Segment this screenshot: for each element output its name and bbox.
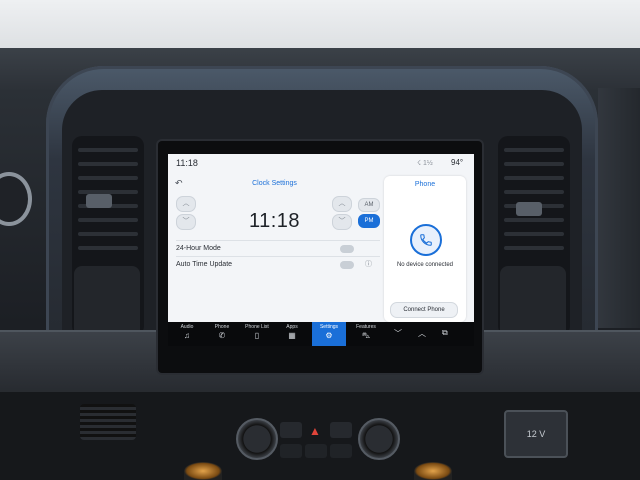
phone-title: Phone: [414, 181, 436, 188]
tab-label: Audio: [180, 324, 194, 330]
tune-knob[interactable]: [358, 418, 400, 460]
setting-label: Auto Time Update: [176, 261, 233, 268]
auto-time-toggle[interactable]: [340, 261, 354, 269]
status-time: 11:18: [176, 158, 198, 168]
power-outlet[interactable]: 12 V: [504, 410, 568, 458]
settings-icon: ⚙: [325, 331, 333, 340]
minute-down-button[interactable]: ﹀: [332, 214, 352, 230]
console-button[interactable]: [330, 422, 352, 438]
phone-icon: ✆: [218, 331, 226, 340]
climate-dial-left[interactable]: [184, 462, 222, 480]
vehicle-icon: ⛍: [361, 331, 371, 340]
setting-row-auto-time[interactable]: Auto Time Update ⓘ: [176, 256, 380, 273]
tab-label: Settings: [319, 324, 339, 330]
tab-label: Apps: [286, 324, 298, 330]
info-icon[interactable]: ⓘ: [365, 257, 372, 273]
console-button[interactable]: [280, 422, 302, 438]
tab-label: Features: [356, 324, 376, 330]
am-button[interactable]: AM: [358, 198, 380, 212]
minimize-icon[interactable]: ﹀: [394, 328, 402, 339]
right-dash-panel: [598, 88, 640, 328]
clock-settings-panel: Clock Settings ︿ ﹀ 11:18 ︿ ﹀ AM PM 24-Ho…: [168, 172, 381, 322]
console-button[interactable]: [330, 444, 352, 458]
status-bar: 11:18 ☇ 1½ 94°: [168, 154, 474, 172]
music-note-icon: ♫: [184, 331, 190, 340]
power-outlet-label: 12 V: [526, 429, 546, 439]
tab-features[interactable]: Features ⛍: [351, 322, 381, 346]
tab-settings[interactable]: Settings ⚙: [312, 322, 346, 346]
outside-temperature: 94°: [451, 158, 464, 167]
climate-dial-right[interactable]: [414, 462, 452, 480]
pm-button[interactable]: PM: [358, 214, 380, 228]
console-button[interactable]: [280, 444, 302, 458]
minute-up-button[interactable]: ︿: [332, 196, 352, 212]
clock-settings-title: Clock Settings: [252, 180, 297, 187]
connect-phone-button[interactable]: Connect Phone: [390, 302, 458, 318]
tab-phone[interactable]: Phone ✆: [207, 322, 237, 346]
taskbar: Audio ♫ Phone ✆ Phone List ▯ Apps ▦ Sett…: [168, 322, 474, 346]
signal-icon: ☇ 1½: [417, 160, 433, 167]
phone-icon[interactable]: [410, 224, 442, 256]
phone-list-icon: ▯: [254, 331, 260, 340]
tab-label: Phone List: [245, 324, 269, 330]
phone-handset-icon: [420, 234, 432, 246]
phone-card: Phone No device connected Connect Phone: [384, 176, 466, 322]
phone-status: No device connected: [396, 262, 454, 268]
setting-row-24-hour[interactable]: 24-Hour Mode: [176, 240, 380, 257]
hazard-icon[interactable]: ▲: [305, 424, 325, 438]
console-button[interactable]: [305, 444, 327, 458]
infotainment-screen: 11:18 ☇ 1½ 94° ↶ Clock Settings ︿ ﹀ 11:1…: [168, 154, 474, 322]
tab-apps[interactable]: Apps ▦: [277, 322, 307, 346]
expand-icon[interactable]: ︿: [418, 328, 426, 339]
speaker-grille: [80, 404, 136, 440]
window-icon[interactable]: ⧉: [442, 328, 448, 338]
tab-label: Phone: [214, 324, 230, 330]
24-hour-toggle[interactable]: [340, 245, 354, 253]
tab-phone-list[interactable]: Phone List ▯: [242, 322, 272, 346]
setting-label: 24-Hour Mode: [176, 245, 221, 252]
volume-knob[interactable]: [236, 418, 278, 460]
tab-audio[interactable]: Audio ♫: [172, 322, 202, 346]
apps-grid-icon: ▦: [288, 331, 296, 340]
